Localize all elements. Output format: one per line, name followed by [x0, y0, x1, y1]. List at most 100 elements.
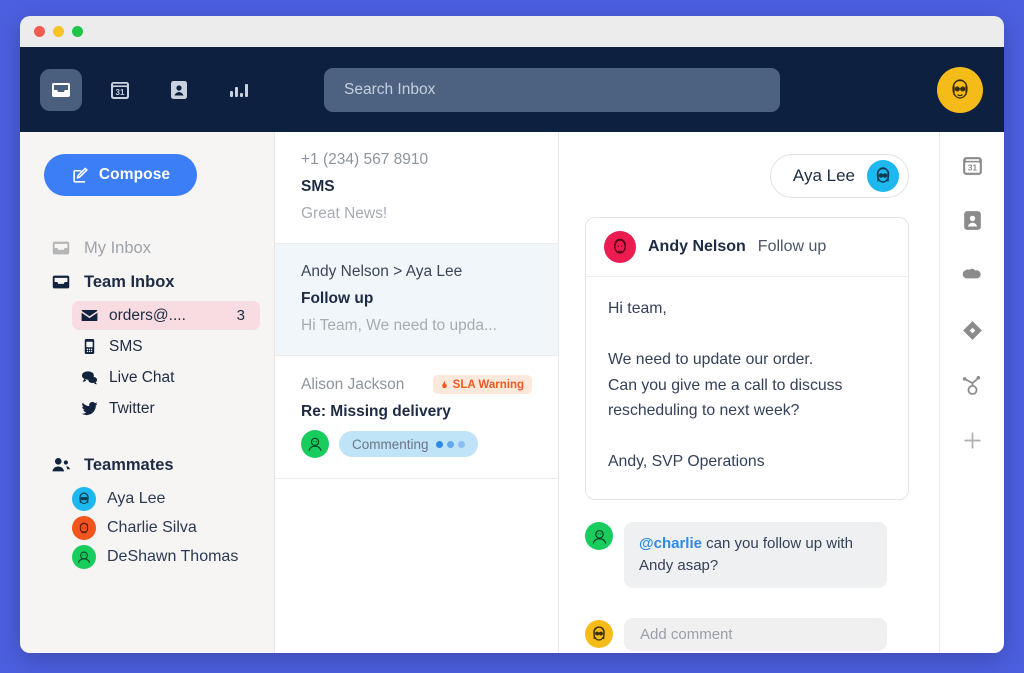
teammate-avatar — [72, 545, 96, 569]
teammates-label: Teammates — [84, 455, 174, 474]
message-card: Andy Nelson Follow up Hi team, We need t… — [585, 217, 909, 501]
sidebar-channel-label: orders@.... — [109, 306, 186, 324]
compose-icon — [73, 167, 88, 183]
rail-calendar-button[interactable]: 31 — [959, 152, 985, 178]
sidebar-channel-sms[interactable]: SMS — [72, 332, 260, 361]
teammates-header: Teammates — [20, 448, 274, 482]
assignee-avatar — [867, 160, 899, 192]
sidebar-label-my-inbox: My Inbox — [84, 238, 151, 257]
rail-hubspot-button[interactable] — [959, 372, 985, 398]
rail-add-app-button[interactable] — [959, 427, 985, 453]
message-subject: Follow up — [757, 238, 827, 255]
sidebar-channel-orders[interactable]: orders@.... 3 — [72, 301, 260, 330]
search-container: Search Inbox — [324, 67, 780, 112]
sidebar-channel-label: SMS — [109, 337, 143, 355]
sidebar-channel-count: 3 — [236, 307, 245, 324]
conversation-status-row: Commenting — [301, 430, 532, 458]
right-app-rail: 31 — [940, 132, 1004, 653]
teammate-avatar — [72, 487, 96, 511]
commenting-status-chip: Commenting — [339, 431, 478, 457]
conversation-subject: Follow up — [301, 290, 374, 307]
conversation-from: +1 (234) 567 8910 — [301, 151, 429, 168]
assignee-name: Aya Lee — [792, 166, 855, 185]
inbox-filled-icon — [52, 275, 70, 289]
conversation-preview: Great News! — [301, 205, 388, 222]
conversation-from: Alison Jackson — [301, 375, 405, 393]
teammate-avatar — [72, 516, 96, 540]
sidebar-channel-twitter[interactable]: Twitter — [72, 394, 260, 423]
top-navigation-bar: 31 Search Inbox — [20, 47, 1004, 132]
inbox-outline-icon — [52, 241, 70, 255]
teammate-row[interactable]: Aya Lee — [72, 487, 274, 511]
sla-warning-label: SLA Warning — [452, 378, 524, 391]
envelope-icon — [81, 309, 98, 322]
sidebar-channel-label: Twitter — [109, 399, 155, 417]
teammate-name: DeShawn Thomas — [107, 548, 239, 565]
sidebar-item-my-inbox[interactable]: My Inbox — [20, 231, 274, 265]
compose-button[interactable]: Compose — [44, 154, 197, 196]
conversation-item[interactable]: +1 (234) 567 8910 SMS Great News! — [275, 132, 558, 244]
diamond-icon — [962, 320, 982, 340]
conversation-subject: SMS — [301, 178, 335, 195]
add-comment-input[interactable]: Add comment — [624, 617, 887, 651]
teammate-name: Charlie Silva — [107, 519, 197, 536]
nav-contacts-button[interactable] — [158, 69, 200, 111]
message-body: Hi team, We need to update our order. Ca… — [608, 300, 843, 471]
commenter-avatar — [301, 430, 329, 458]
sidebar-label-team-inbox: Team Inbox — [84, 272, 175, 291]
app-window: 31 Search Inbox Compose My Inbox Team In… — [20, 16, 1004, 653]
conversation-header-row: Alison Jackson SLA Warning — [301, 375, 532, 394]
teammates-list: Aya Lee Charlie Silva DeShawn Thomas — [20, 487, 274, 569]
sidebar-item-team-inbox[interactable]: Team Inbox — [20, 265, 274, 299]
svg-text:31: 31 — [967, 162, 977, 172]
teammate-row[interactable]: DeShawn Thomas — [72, 545, 274, 569]
message-sender: Andy Nelson — [648, 238, 746, 255]
twitter-icon — [81, 401, 98, 416]
salesforce-cloud-icon — [962, 268, 981, 279]
svg-text:31: 31 — [116, 88, 125, 97]
user-avatar[interactable] — [937, 66, 983, 113]
compose-label: Compose — [98, 166, 171, 183]
conversation-list: +1 (234) 567 8910 SMS Great News! Andy N… — [275, 132, 559, 653]
rail-salesforce-button[interactable] — [959, 262, 985, 288]
rail-contacts-button[interactable] — [959, 207, 985, 233]
window-titlebar — [20, 16, 1004, 47]
rail-diamond-button[interactable] — [959, 317, 985, 343]
assignee-chip[interactable]: Aya Lee — [769, 154, 909, 198]
sender-avatar — [604, 231, 636, 263]
teammate-row[interactable]: Charlie Silva — [72, 516, 274, 540]
teammate-name: Aya Lee — [107, 490, 166, 507]
conversation-item[interactable]: Andy Nelson > Aya Lee Follow up Hi Team,… — [275, 244, 558, 356]
sla-warning-badge: SLA Warning — [432, 375, 532, 394]
window-close-button[interactable] — [34, 26, 45, 37]
comment-author-avatar — [585, 522, 613, 551]
hubspot-icon — [962, 375, 980, 395]
comment-mention[interactable]: @charlie — [639, 535, 702, 552]
sidebar-channel-live-chat[interactable]: Live Chat — [72, 363, 260, 392]
conversation-item[interactable]: Alison Jackson SLA Warning Re: Missing d… — [275, 356, 558, 479]
message-detail-panel: Aya Lee Andy Nelson Follow up Hi team, W… — [559, 132, 940, 653]
inbox-nav-section: My Inbox Team Inbox orders@.... 3 SMS Li… — [20, 231, 274, 423]
search-input[interactable]: Search Inbox — [324, 67, 780, 112]
comment-row: @charlie can you follow up with Andy asa… — [585, 522, 909, 588]
commenting-label: Commenting — [352, 436, 429, 452]
chat-icon — [81, 371, 98, 385]
left-sidebar: Compose My Inbox Team Inbox orders@.... … — [20, 132, 275, 653]
nav-reports-button[interactable] — [217, 69, 259, 111]
nav-inbox-button[interactable] — [40, 68, 82, 111]
app-body: Compose My Inbox Team Inbox orders@.... … — [20, 132, 1004, 653]
assignee-row: Aya Lee — [585, 154, 909, 198]
add-app-icon — [963, 431, 981, 449]
conversation-preview: Hi Team, We need to upda... — [301, 317, 497, 334]
typing-dots-icon — [435, 440, 465, 448]
teammates-icon — [52, 458, 70, 472]
flame-icon — [441, 379, 447, 389]
sidebar-channel-label: Live Chat — [109, 368, 175, 386]
window-maximize-button[interactable] — [72, 26, 83, 37]
window-minimize-button[interactable] — [53, 26, 64, 37]
nav-calendar-button[interactable]: 31 — [99, 69, 141, 111]
top-nav-icon-group: 31 — [40, 68, 259, 111]
comment-bubble: @charlie can you follow up with Andy asa… — [624, 522, 887, 588]
current-user-avatar — [585, 620, 613, 649]
add-comment-row: Add comment — [585, 617, 909, 651]
